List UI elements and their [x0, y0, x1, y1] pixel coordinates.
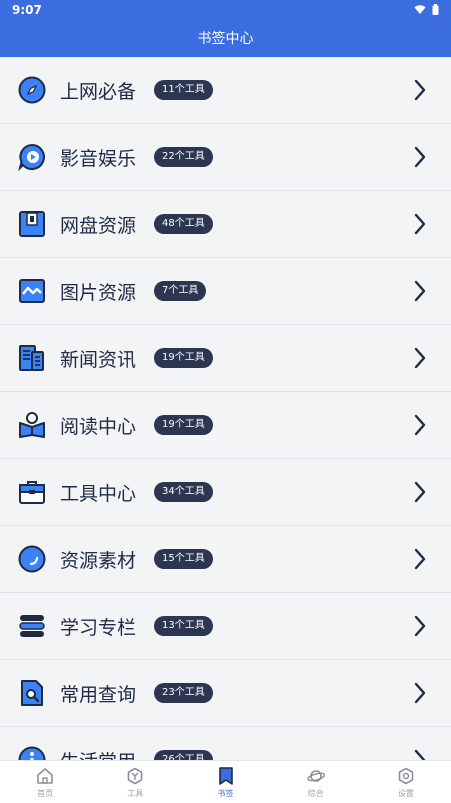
category-label: 影音娱乐 [60, 148, 137, 170]
tools-icon [127, 767, 143, 785]
category-label: 网盘资源 [60, 215, 137, 237]
image-icon [19, 279, 45, 303]
tab-label: 综合 [307, 789, 324, 798]
category-row[interactable]: 新闻资讯 19个工具 [0, 325, 451, 392]
chevron-right-icon [414, 481, 426, 503]
status-icons [414, 4, 439, 15]
chevron-right-icon [414, 615, 426, 637]
tool-count-badge: 15个工具 [154, 549, 213, 569]
category-label: 工具中心 [60, 483, 137, 505]
home-icon [37, 768, 53, 784]
status-time: 9:07 [12, 3, 42, 17]
category-row[interactable]: 资源素材 15个工具 [0, 526, 451, 593]
tab-general[interactable]: 综合 [271, 761, 361, 803]
tool-count-badge: 13个工具 [154, 616, 213, 636]
chevron-right-icon [414, 280, 426, 302]
search-doc-icon [21, 680, 43, 706]
category-label: 学习专栏 [60, 617, 137, 639]
planet-icon [307, 770, 325, 782]
wifi-icon [414, 4, 426, 14]
category-row[interactable]: 生活常用 26个工具 [0, 727, 451, 760]
books-icon [19, 615, 45, 637]
tool-count-badge: 26个工具 [154, 750, 213, 760]
tab-bookmarks[interactable]: 书签 [180, 761, 270, 803]
tool-count-badge: 34个工具 [154, 482, 213, 502]
category-row[interactable]: 常用查询 23个工具 [0, 660, 451, 727]
category-row[interactable]: 图片资源 7个工具 [0, 258, 451, 325]
status-bar: 9:07 [0, 0, 451, 20]
disk-icon [19, 211, 45, 237]
news-icon [19, 345, 44, 371]
chevron-right-icon [414, 146, 426, 168]
battery-icon [432, 4, 439, 15]
category-row[interactable]: 上网必备 11个工具 [0, 57, 451, 124]
chevron-right-icon [414, 347, 426, 369]
tab-label: 工具 [127, 789, 144, 798]
category-row[interactable]: 网盘资源 48个工具 [0, 191, 451, 258]
category-label: 上网必备 [60, 81, 137, 103]
category-list: 上网必备 11个工具 影音娱乐 22个工具 网盘资源 48个工具 图片资源 7个… [0, 57, 451, 760]
category-label: 资源素材 [60, 550, 137, 572]
tool-count-badge: 48个工具 [154, 214, 213, 234]
chevron-right-icon [414, 749, 426, 760]
tool-count-badge: 19个工具 [154, 348, 213, 368]
chevron-right-icon [414, 548, 426, 570]
tool-count-badge: 19个工具 [154, 415, 213, 435]
compass-icon [18, 76, 46, 104]
app-header: 9:07 书签中心 [0, 0, 451, 57]
info-icon [18, 746, 46, 760]
chevron-right-icon [414, 682, 426, 704]
chevron-right-icon [414, 79, 426, 101]
category-row[interactable]: 阅读中心 19个工具 [0, 392, 451, 459]
tool-count-badge: 7个工具 [154, 281, 207, 301]
category-label: 常用查询 [60, 684, 137, 706]
tool-count-badge: 23个工具 [154, 683, 213, 703]
tab-tools[interactable]: 工具 [90, 761, 180, 803]
tab-settings[interactable]: 设置 [361, 761, 451, 803]
category-row[interactable]: 工具中心 34个工具 [0, 459, 451, 526]
chevron-right-icon [414, 213, 426, 235]
tool-count-badge: 22个工具 [154, 147, 213, 167]
toolbox-icon [19, 481, 45, 504]
bookmark-icon [218, 767, 233, 785]
tab-label: 书签 [217, 789, 234, 798]
category-row[interactable]: 学习专栏 13个工具 [0, 593, 451, 660]
category-label: 阅读中心 [60, 416, 137, 438]
category-row[interactable]: 影音娱乐 22个工具 [0, 124, 451, 191]
category-label: 生活常用 [60, 747, 136, 760]
settings-icon [398, 767, 414, 785]
tab-home[interactable]: 首页 [0, 761, 90, 803]
tab-label: 设置 [397, 789, 414, 798]
book-icon [19, 412, 45, 438]
circle-icon [18, 545, 46, 573]
page-title: 书签中心 [197, 31, 254, 47]
tool-count-badge: 11个工具 [154, 80, 213, 100]
category-label: 新闻资讯 [60, 349, 137, 371]
chevron-right-icon [414, 414, 426, 436]
category-label: 图片资源 [60, 282, 137, 304]
tab-label: 首页 [37, 789, 54, 798]
bottom-tab-bar: 首页 工具 书签 综合 设置 [0, 760, 451, 803]
play-icon [18, 143, 45, 171]
